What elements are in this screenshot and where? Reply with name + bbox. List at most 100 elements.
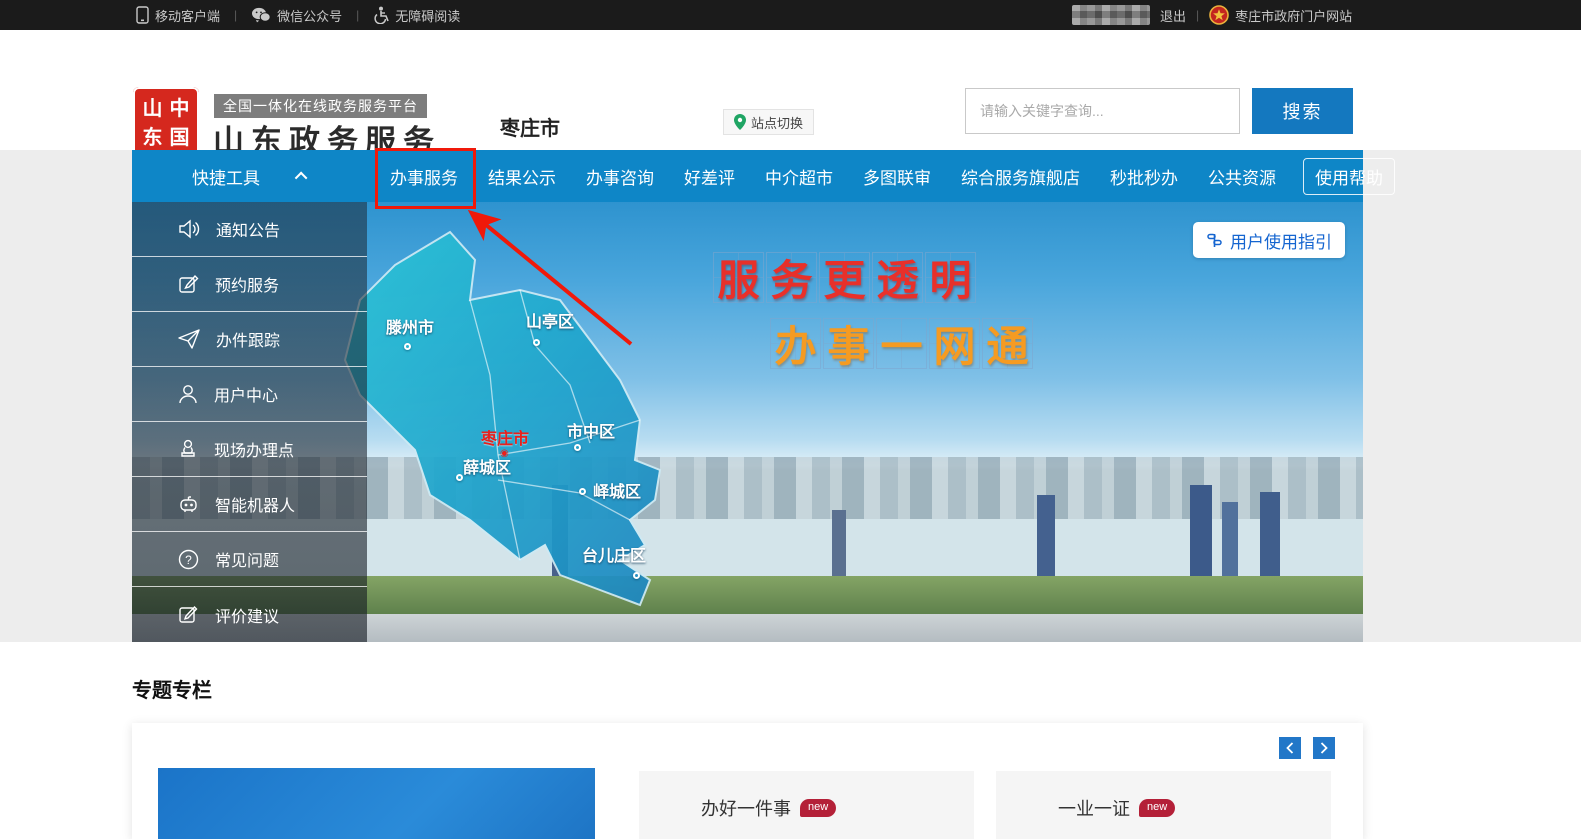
divider: |	[234, 8, 237, 22]
topic-card-one-license[interactable]: 一业一证 new	[996, 771, 1331, 839]
map-label-yicheng[interactable]: 峄城区	[593, 478, 641, 502]
robot-icon	[178, 494, 199, 515]
sidebar-item-user-center[interactable]: 用户中心	[132, 367, 367, 422]
gov-portal-link[interactable]: 枣庄市政府门户网站	[1209, 5, 1352, 25]
shandong-seal-logo: 山 中 东 国	[133, 87, 199, 157]
sidebar-item-onsite-points[interactable]: 现场办理点	[132, 422, 367, 477]
map-dot	[533, 339, 540, 346]
map-label-taierzhuang[interactable]: 台儿庄区	[582, 542, 646, 566]
top-utility-bar: 移动客户端 | 微信公众号 | 无障碍阅读 退出 | 枣庄市政府门户网站	[0, 0, 1581, 30]
site-switch-button[interactable]: 站点切换	[723, 109, 814, 135]
map-label-shanting[interactable]: 山亭区	[526, 308, 574, 332]
map-dot	[574, 444, 581, 451]
feedback-icon	[178, 604, 199, 625]
map-dot	[404, 343, 411, 350]
chevron-right-icon	[1319, 742, 1329, 754]
building	[832, 510, 846, 580]
question-icon: ?	[178, 549, 199, 570]
nav-item-miaopi-miaoban[interactable]: 秒批秒办	[1095, 164, 1193, 189]
seal-char: 中	[170, 97, 190, 119]
sidebar-item-booking[interactable]: 预约服务	[132, 257, 367, 312]
page: 移动客户端 | 微信公众号 | 无障碍阅读 退出 | 枣庄市政府门户网站	[0, 0, 1581, 839]
nav-item-banshi-fuwu[interactable]: 办事服务	[375, 164, 473, 189]
site-switch-label: 站点切换	[751, 113, 803, 132]
map-label-shizhong[interactable]: 市中区	[567, 418, 615, 442]
sidebar-item-label: 用户中心	[214, 382, 278, 406]
carousel-prev-button[interactable]	[1279, 737, 1301, 759]
seal-char: 东	[143, 126, 163, 148]
topics-section-title: 专题专栏	[132, 674, 212, 703]
nav-item-zhongjie-chaoshi[interactable]: 中介超市	[750, 164, 848, 189]
user-guide-label: 用户使用指引	[1230, 228, 1332, 253]
platform-badge: 全国一体化在线政务服务平台	[214, 94, 427, 118]
booking-icon	[178, 274, 199, 295]
sidebar-item-feedback[interactable]: 评价建议	[132, 587, 367, 642]
sidebar-item-label: 评价建议	[215, 603, 279, 627]
chevron-up-icon	[295, 171, 308, 184]
sidebar-item-label: 通知公告	[216, 217, 280, 241]
user-guide-button[interactable]: 用户使用指引	[1193, 222, 1345, 258]
map-label-tengzhou[interactable]: 滕州市	[386, 314, 434, 338]
nav-item-duotu-lianshen[interactable]: 多图联审	[848, 164, 946, 189]
sidebar-item-label: 常见问题	[215, 547, 279, 571]
guide-icon	[1206, 232, 1223, 249]
building	[1222, 502, 1238, 580]
logout-label: 退出	[1160, 6, 1186, 25]
wechat-icon	[251, 7, 271, 23]
topic-card-title: 办好一件事	[701, 795, 791, 821]
topics-card-container: 全国一体化政务服务平台 办好一件事 new 一业一证 new	[132, 723, 1363, 839]
wechat-link[interactable]: 微信公众号	[251, 6, 342, 25]
site-header: 山 中 东 国 全国一体化在线政务服务平台 山东政务服务 枣庄市 站点切换 搜索…	[0, 30, 1581, 150]
new-badge: new	[800, 799, 836, 816]
gov-portal-label: 枣庄市政府门户网站	[1235, 6, 1352, 25]
quick-tools-toggle[interactable]: 快捷工具	[132, 150, 367, 202]
wechat-label: 微信公众号	[277, 6, 342, 25]
location-pin-icon	[734, 114, 746, 130]
nav-item-banshi-zixun[interactable]: 办事咨询	[571, 164, 669, 189]
user-icon	[178, 384, 198, 405]
hero-banner: 滕州市 山亭区 枣庄市 ◉ 市中区 薛城区 峄城区 台儿庄区 服务更透明 办事一…	[132, 202, 1363, 642]
sidebar-item-label: 智能机器人	[215, 492, 295, 516]
sidebar-item-notices[interactable]: 通知公告	[132, 202, 367, 257]
sidebar-item-label: 现场办理点	[214, 437, 294, 461]
nav-item-haochaping[interactable]: 好差评	[669, 164, 750, 189]
seal-char: 山	[143, 97, 163, 119]
search-input[interactable]	[965, 88, 1240, 134]
quick-tools-label: 快捷工具	[192, 164, 260, 189]
sidebar-item-label: 预约服务	[215, 272, 279, 296]
nav-item-shiyong-bangzhu[interactable]: 使用帮助	[1303, 158, 1395, 195]
onsite-stamp-icon	[178, 439, 198, 460]
mobile-app-label: 移动客户端	[155, 6, 220, 25]
accessibility-link[interactable]: 无障碍阅读	[373, 6, 460, 25]
nav-item-zonghe-qijiandian[interactable]: 综合服务旗舰店	[946, 164, 1095, 189]
announcement-icon	[178, 219, 200, 239]
map-label-xuecheng[interactable]: 薛城区	[463, 454, 511, 478]
sidebar-item-label: 办件跟踪	[216, 327, 280, 351]
building	[1037, 495, 1055, 580]
quick-tools-panel: 通知公告 预约服务 办件跟踪 用户中心 现场办理点 智能机器人	[132, 202, 367, 642]
chevron-left-icon	[1285, 742, 1295, 754]
carousel-next-button[interactable]	[1313, 737, 1335, 759]
sidebar-item-robot[interactable]: 智能机器人	[132, 477, 367, 532]
building	[1260, 492, 1280, 580]
nav-item-gonggong-ziyuan[interactable]: 公共资源	[1193, 164, 1291, 189]
seal-char: 国	[170, 126, 190, 148]
nav-item-jieguo-gongshi[interactable]: 结果公示	[473, 164, 571, 189]
sidebar-item-tracking[interactable]: 办件跟踪	[132, 312, 367, 367]
divider: |	[1196, 8, 1199, 22]
sidebar-item-faq[interactable]: ? 常见问题	[132, 532, 367, 587]
map-label-zaozhuang-city[interactable]: 枣庄市	[481, 425, 529, 449]
paper-plane-icon	[178, 329, 200, 349]
search-button[interactable]: 搜索	[1252, 88, 1353, 134]
svg-text:?: ?	[185, 553, 192, 567]
logout-link[interactable]: 退出	[1160, 6, 1186, 25]
slogan-line2: 办事一网通	[770, 318, 1035, 369]
main-nav: 快捷工具 办事服务 结果公示 办事咨询 好差评 中介超市 多图联审 综合服务旗舰…	[132, 150, 1363, 202]
topic-card-national-platform[interactable]: 全国一体化政务服务平台	[158, 768, 595, 839]
slogan-line1: 服务更透明	[713, 252, 978, 303]
topic-card-one-thing[interactable]: 办好一件事 new	[639, 771, 974, 839]
mobile-app-link[interactable]: 移动客户端	[136, 6, 220, 25]
divider: |	[356, 8, 359, 22]
redacted-username	[1072, 5, 1150, 25]
current-city: 枣庄市	[500, 112, 560, 141]
